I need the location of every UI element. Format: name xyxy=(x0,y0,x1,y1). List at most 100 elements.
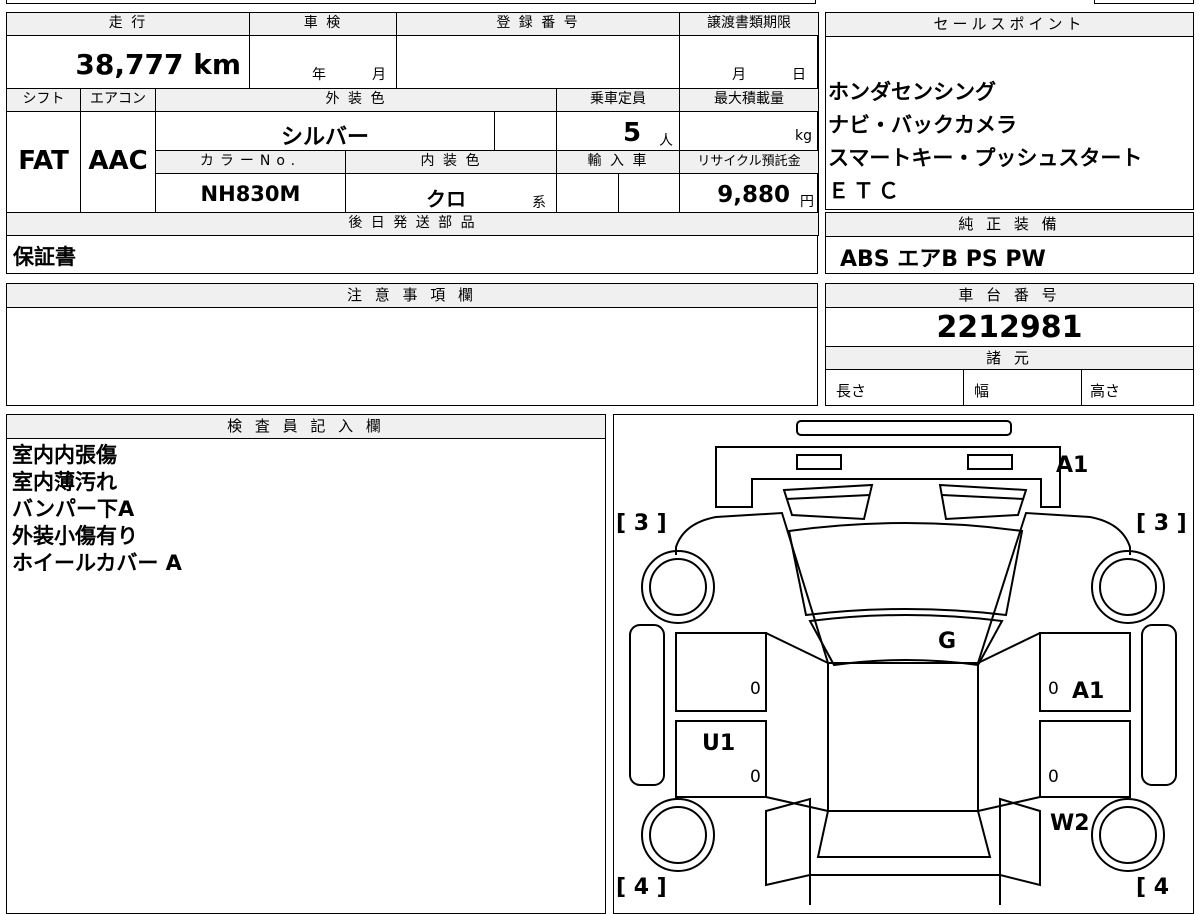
recycle-cell: 9,880 円 xyxy=(679,173,819,213)
panel-zero: 0 xyxy=(1048,767,1059,787)
genuine-equipment-label: 純 正 装 備 xyxy=(826,213,1193,237)
exterior-value: シルバー xyxy=(280,125,369,150)
registration-cell xyxy=(396,35,680,89)
left-front-door xyxy=(675,632,767,712)
headlight-line xyxy=(785,494,871,500)
capacity-cell: 5 人 xyxy=(556,111,680,151)
top-strip-right xyxy=(1094,0,1194,4)
front-bumper xyxy=(796,420,1012,436)
left-front-fender xyxy=(675,511,829,664)
load-label: 最大積載量 xyxy=(679,88,819,112)
sales-point-box: セールスポイント ホンダセンシング ナビ・バックカメラ スマートキー・プッシュス… xyxy=(825,12,1194,210)
inspector-note: 室内内張傷 xyxy=(12,443,117,467)
front-left-grade: [ 3 ] xyxy=(616,511,667,536)
damage-code-a1-side: A1 xyxy=(1072,679,1105,704)
hood xyxy=(787,522,1024,617)
right-rear-quarter xyxy=(999,797,1041,887)
inspector-note: ホイールカバー A xyxy=(12,551,182,575)
car-diagram xyxy=(629,420,1177,905)
capacity-label: 乗車定員 xyxy=(556,88,680,112)
panel-zero: 0 xyxy=(1048,679,1059,699)
wheel-rear-left xyxy=(641,798,715,872)
recycle-value: 9,880 xyxy=(717,182,790,208)
transfer-label: 譲渡書類期限 xyxy=(679,12,819,36)
rear-left-grade: [ 4 ] xyxy=(616,875,667,900)
length-label: 長さ xyxy=(836,382,867,400)
transfer-cell: 月 日 xyxy=(679,35,819,89)
inspection-year: 年 xyxy=(312,67,326,83)
color-no-value: NH830M xyxy=(200,182,301,206)
top-strip xyxy=(6,0,816,4)
inspection-month: 月 xyxy=(372,67,386,83)
mileage-cell: 38,777 km xyxy=(6,35,250,89)
vehicle-info-table: 走 行 車 検 登 録 番 号 譲渡書類期限 38,777 km 年 月 月 日… xyxy=(6,12,819,274)
sales-point-list: ホンダセンシング ナビ・バックカメラ スマートキー・プッシュスタート ＥＴＣ xyxy=(828,79,1142,205)
left-side-sill xyxy=(629,624,665,786)
color-no-label: カラーNo. xyxy=(155,150,346,174)
exterior-extra-cell xyxy=(494,111,557,151)
wheel-front-left xyxy=(641,550,715,624)
aircon-value: AAC xyxy=(88,146,148,176)
rear-right-grade: [ 4 xyxy=(1136,875,1170,900)
load-unit: kg xyxy=(795,128,812,144)
transfer-month: 月 xyxy=(732,67,746,83)
right-side-sill xyxy=(1141,624,1177,786)
wheel-front-right xyxy=(1091,550,1165,624)
damage-code-g: G xyxy=(938,629,957,654)
right-pillar-lines xyxy=(977,632,1041,812)
left-rear-quarter xyxy=(765,797,811,887)
height-cell: 高さ xyxy=(1082,369,1194,406)
headlight-line xyxy=(941,494,1025,500)
mileage-value: 38,777 km xyxy=(75,48,241,81)
inspector-note: バンパー下A xyxy=(12,497,135,521)
rear-hatch xyxy=(809,874,1001,905)
registration-label: 登 録 番 号 xyxy=(396,12,680,36)
inspection-cell: 年 月 xyxy=(249,35,397,89)
width-label: 幅 xyxy=(974,382,990,400)
exterior-label: 外 装 色 xyxy=(155,88,557,112)
aircon-label: エアコン xyxy=(80,88,156,112)
left-pillar-lines xyxy=(765,632,829,812)
roof xyxy=(827,662,979,812)
sales-point-label: セールスポイント xyxy=(826,13,1193,37)
shift-value: FAT xyxy=(18,146,69,176)
genuine-equipment-box: 純 正 装 備 ABS エアB PS PW xyxy=(825,212,1194,274)
later-parts-value: 保証書 xyxy=(13,245,76,269)
import-cell-a xyxy=(556,173,619,213)
height-label: 高さ xyxy=(1090,382,1121,400)
front-right-grade: [ 3 ] xyxy=(1136,511,1187,536)
damage-code-w2: W2 xyxy=(1050,811,1090,836)
transfer-day: 日 xyxy=(792,67,806,83)
width-cell: 幅 xyxy=(964,369,1082,406)
shift-label: シフト xyxy=(6,88,81,112)
interior-cell: クロ 系 xyxy=(345,173,557,213)
aircon-cell: AAC xyxy=(80,111,156,213)
shift-cell: FAT xyxy=(6,111,81,213)
notes-box: 注 意 事 項 欄 xyxy=(6,283,818,406)
exterior-cell: シルバー xyxy=(155,111,495,151)
inspection-label: 車 検 xyxy=(249,12,397,36)
import-cell-b xyxy=(618,173,680,213)
front-light-right xyxy=(967,454,1013,470)
right-front-fender xyxy=(977,511,1131,664)
inspector-notes-list: 室内内張傷 室内薄汚れ バンパー下A 外装小傷有り ホイールカバー A xyxy=(12,442,182,577)
recycle-label: リサイクル預託金 xyxy=(679,150,819,174)
inspector-label: 検 査 員 記 入 欄 xyxy=(7,415,605,439)
capacity-value: 5 xyxy=(623,118,642,148)
sales-point-item: ナビ・バックカメラ xyxy=(828,113,1017,137)
recycle-unit: 円 xyxy=(800,194,814,210)
length-cell: 長さ xyxy=(826,369,964,406)
load-cell: kg xyxy=(679,111,819,151)
import-label: 輸 入 車 xyxy=(556,150,680,174)
sales-point-item: ＥＴＣ xyxy=(828,179,903,203)
notes-label: 注 意 事 項 欄 xyxy=(7,284,817,308)
damage-code-a1-front: A1 xyxy=(1056,453,1089,478)
wheel-front-left-inner xyxy=(649,558,707,616)
inspector-note: 外装小傷有り xyxy=(12,524,138,548)
later-parts-label: 後 日 発 送 部 品 xyxy=(6,212,819,236)
capacity-unit: 人 xyxy=(659,133,673,149)
panel-zero: 0 xyxy=(750,767,761,787)
front-light-left xyxy=(796,454,842,470)
interior-unit: 系 xyxy=(532,195,546,211)
sales-point-item: スマートキー・プッシュスタート xyxy=(828,146,1143,170)
